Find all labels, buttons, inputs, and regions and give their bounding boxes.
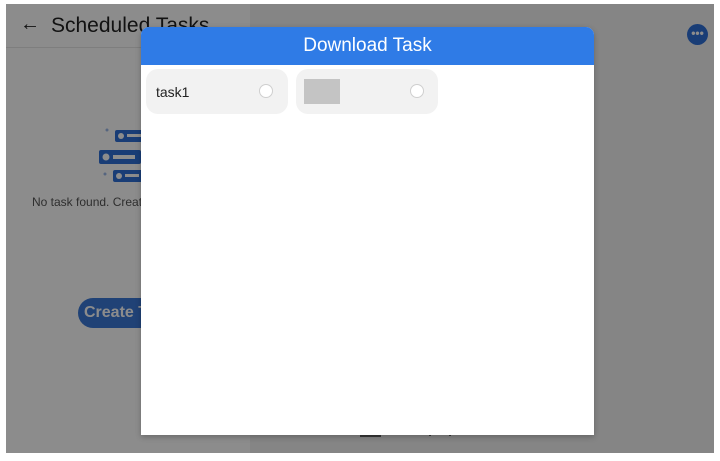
task-thumbnail [304,79,340,104]
task-option-label: task1 [156,84,190,100]
task-option[interactable]: task1 [146,69,288,114]
task-radio-button[interactable] [259,84,273,98]
screen-frame-left [0,0,6,456]
screen-frame-top [0,0,720,4]
dialog-header: Download Task [141,27,594,65]
task-radio-button[interactable] [410,84,424,98]
download-task-dialog: Download Task task1 [141,27,594,435]
dialog-title: Download Task [303,35,432,56]
screen-frame-right [714,0,720,456]
task-option[interactable] [296,69,438,114]
